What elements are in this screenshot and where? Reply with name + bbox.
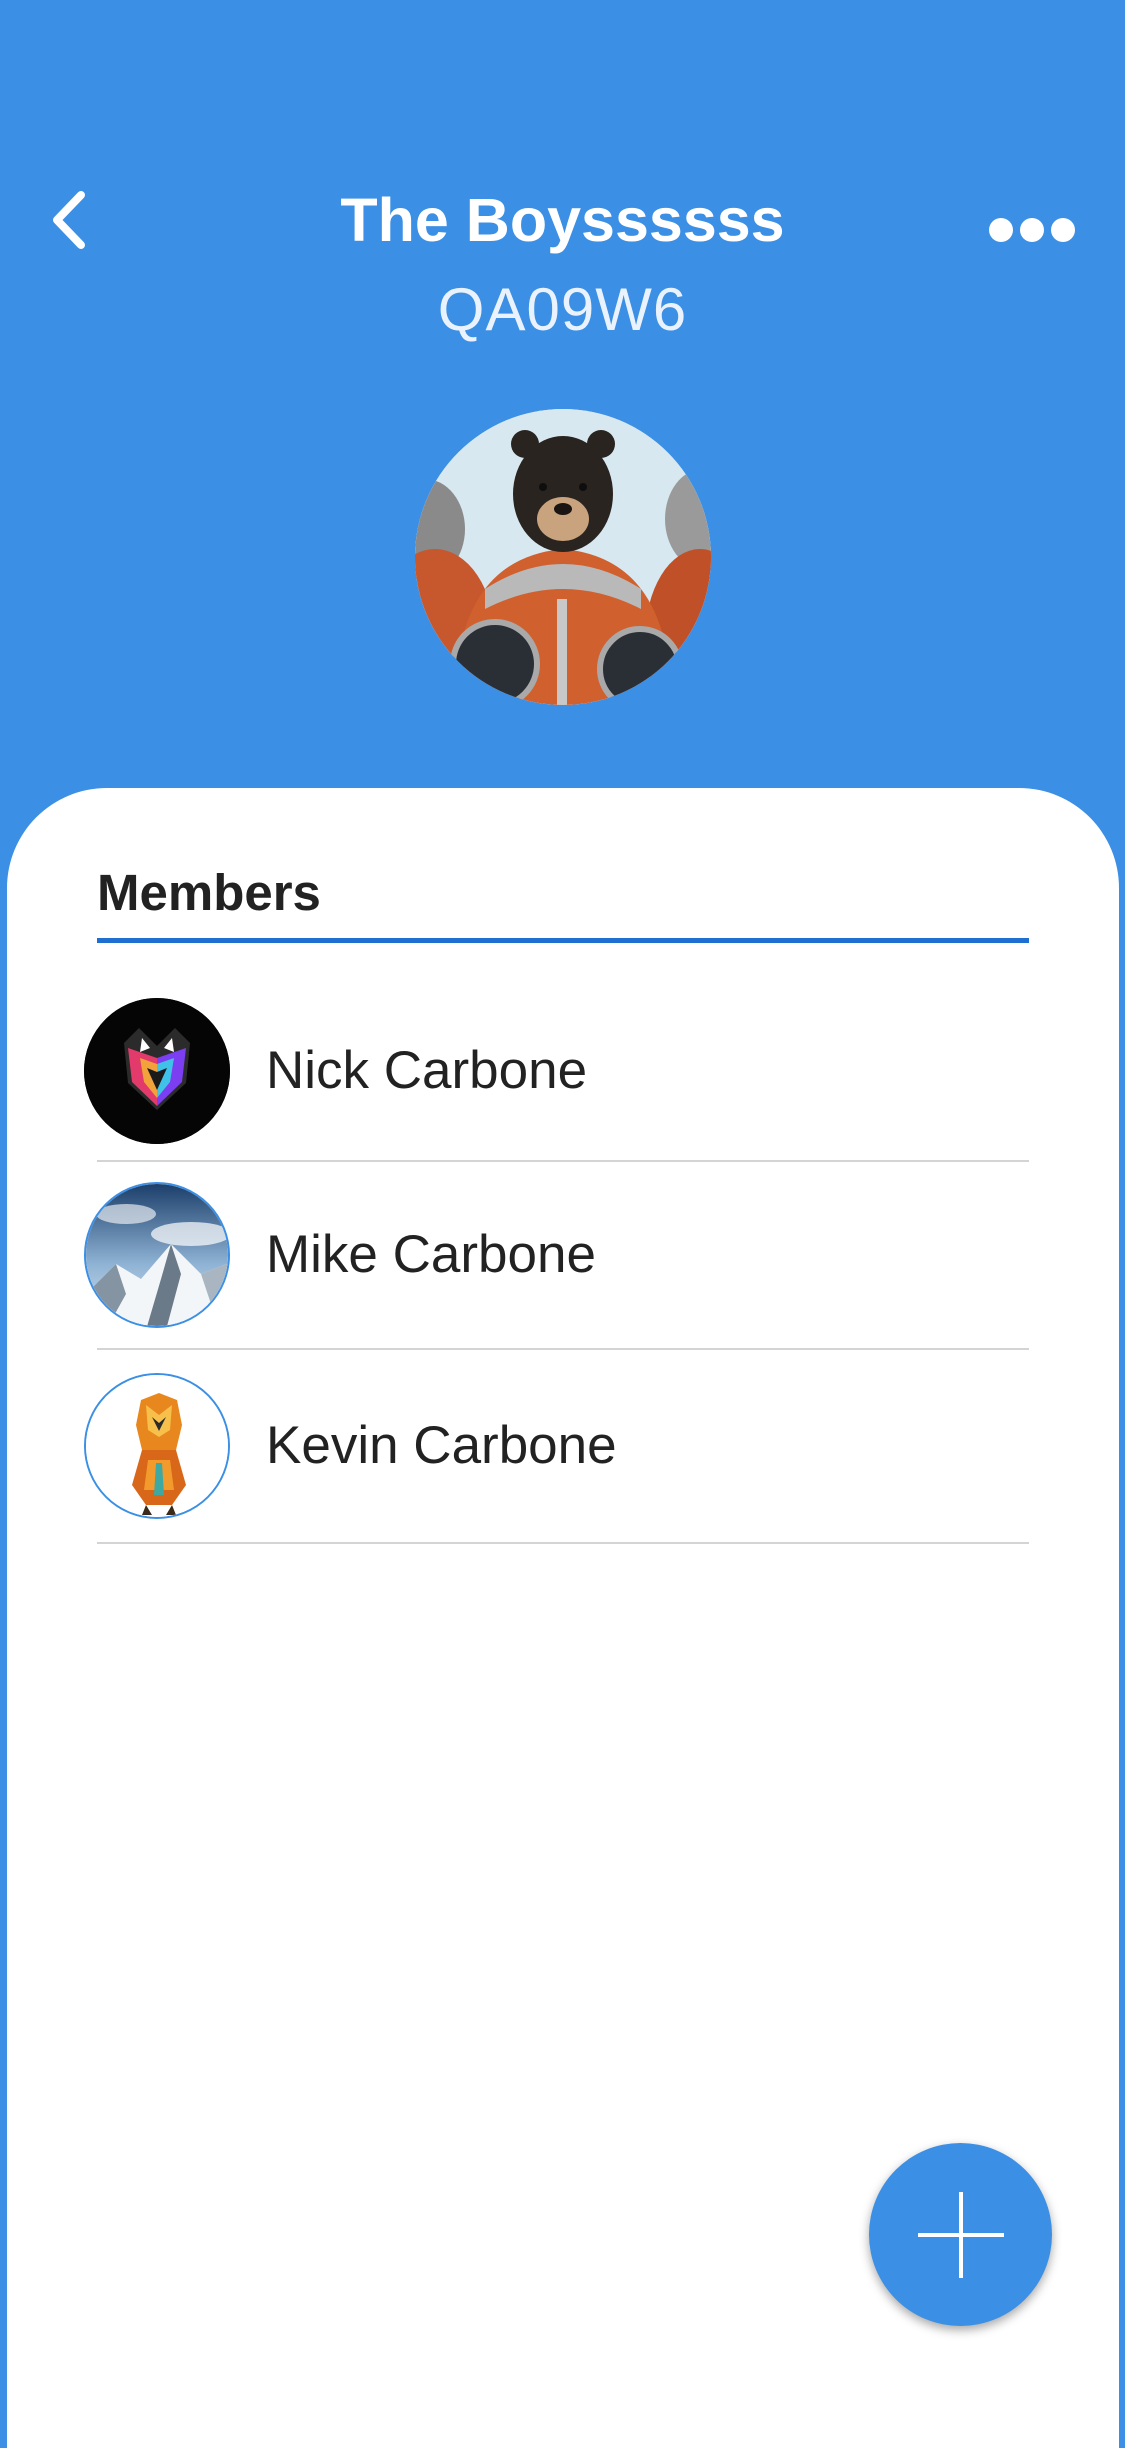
member-row-nick-carbone[interactable]: Nick Carbone (84, 998, 1029, 1148)
plus-icon (917, 2191, 1004, 2278)
member-name: Kevin Carbone (266, 1416, 617, 1475)
members-heading-underline (97, 938, 1029, 943)
geometric-wolf-avatar-image (84, 998, 230, 1144)
astronaut-bear-image (415, 409, 711, 705)
group-title: The Boyssssss (340, 186, 785, 254)
member-divider (97, 1160, 1029, 1162)
member-name: Nick Carbone (266, 1041, 588, 1100)
member-divider (97, 1348, 1029, 1350)
members-heading: Members (97, 864, 321, 921)
member-avatar (84, 1182, 230, 1328)
member-row-mike-carbone[interactable]: Mike Carbone (84, 1182, 1029, 1332)
add-member-button[interactable] (869, 2143, 1052, 2326)
member-row-kevin-carbone[interactable]: Kevin Carbone (84, 1373, 1029, 1523)
member-name: Mike Carbone (266, 1225, 596, 1284)
member-divider (97, 1542, 1029, 1544)
member-avatar (84, 998, 230, 1144)
snowy-mountain-avatar-image (86, 1184, 228, 1326)
more-options-button[interactable] (962, 190, 1102, 270)
group-code: QA09W6 (437, 276, 688, 343)
member-avatar (84, 1373, 230, 1519)
more-horizontal-icon (989, 218, 1075, 242)
group-avatar[interactable] (415, 409, 711, 705)
geometric-tiger-avatar-image (86, 1375, 228, 1517)
